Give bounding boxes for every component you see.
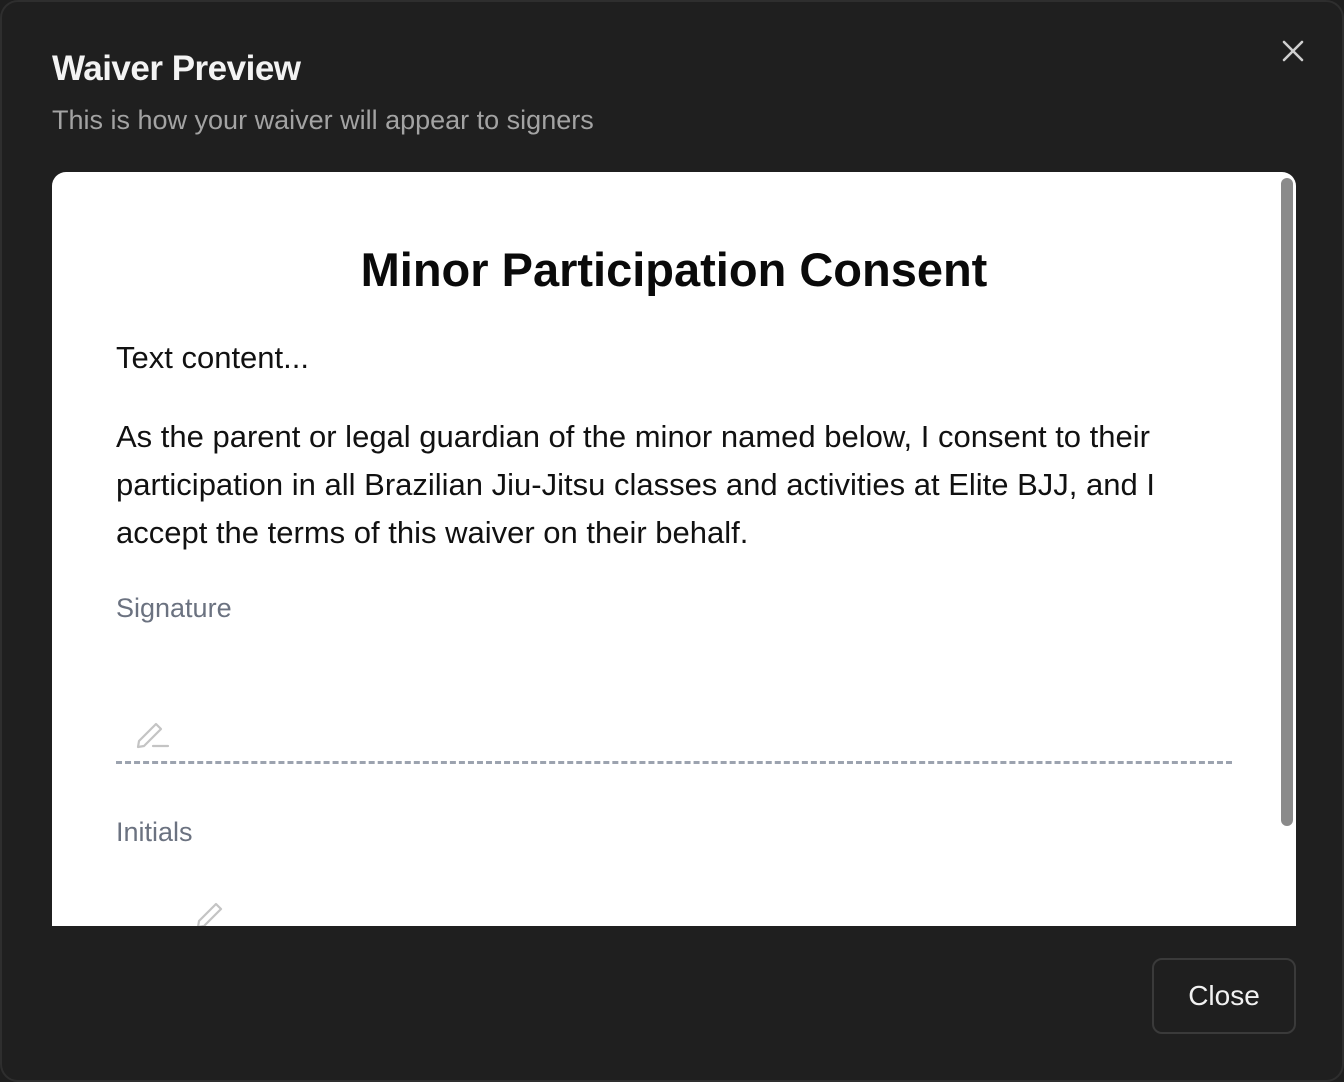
signature-label: Signature <box>116 593 232 623</box>
document-title: Minor Participation Consent <box>360 243 988 296</box>
initials-label: Initials <box>116 817 193 847</box>
scrollbar-thumb[interactable] <box>1281 178 1293 826</box>
dialog-title: Waiver Preview <box>52 49 301 88</box>
initials-pad[interactable] <box>116 872 416 926</box>
preview-scrollbar[interactable] <box>1276 172 1296 926</box>
pen-icon <box>194 894 230 926</box>
pen-icon <box>134 714 170 755</box>
text-block: Text content... <box>116 340 309 375</box>
waiver-preview-dialog: Waiver Preview This is how your waiver w… <box>0 0 1344 1082</box>
consent-paragraph: As the parent or legal guardian of the m… <box>116 419 1155 550</box>
signature-pad[interactable] <box>116 642 1232 764</box>
dialog-subtitle: This is how your waiver will appear to s… <box>52 105 594 135</box>
signature-line <box>116 761 1232 764</box>
close-button[interactable]: Close <box>1152 958 1296 1034</box>
close-icon[interactable] <box>1274 32 1312 70</box>
waiver-document-preview[interactable]: Minor Participation Consent Text content… <box>52 172 1296 926</box>
